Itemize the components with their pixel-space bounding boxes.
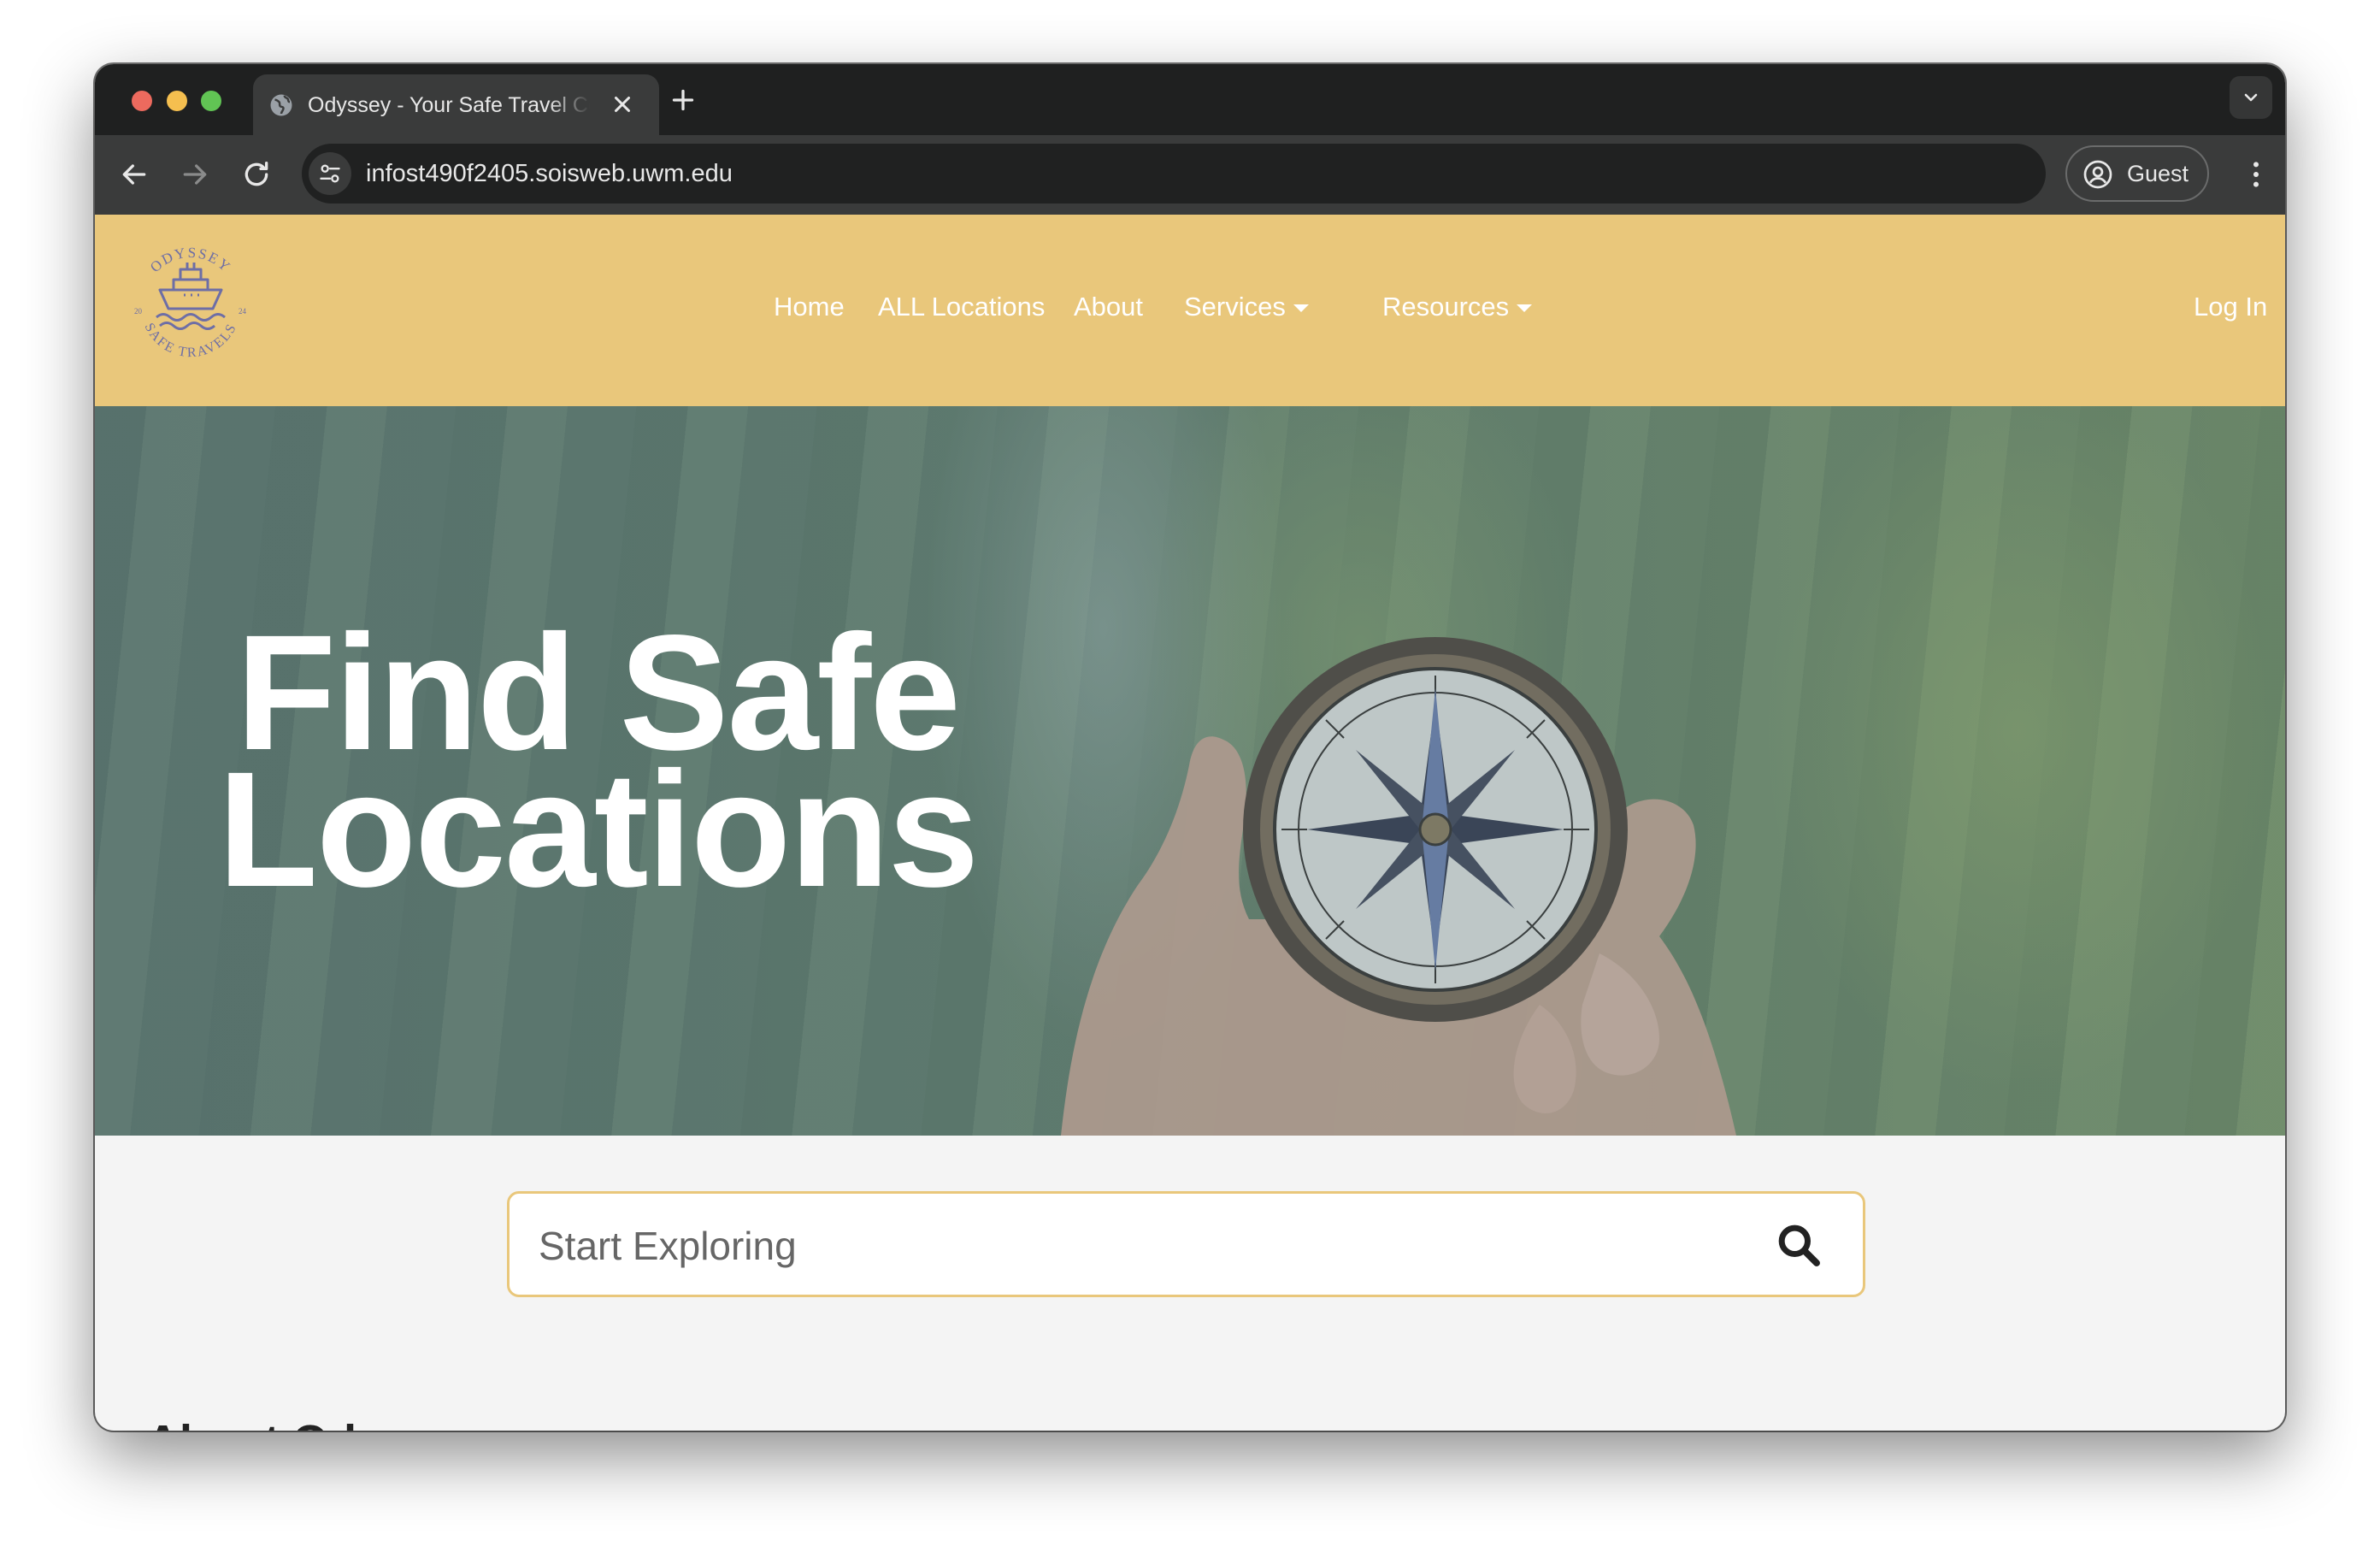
search-icon[interactable]: [1775, 1221, 1823, 1269]
address-bar[interactable]: infost490f2405.soisweb.uwm.edu: [302, 144, 2046, 204]
close-window-button[interactable]: [132, 91, 152, 111]
logo-bottom-text: SAFE TRAVELS: [142, 321, 239, 360]
about-heading: About Odyssey: [146, 1419, 485, 1431]
tab-search-button[interactable]: [2230, 76, 2272, 119]
profile-label: Guest: [2127, 161, 2189, 186]
nav-services-label: Services: [1184, 292, 1286, 322]
more-options-icon[interactable]: [2239, 157, 2273, 192]
svg-text:ODYSSEY: ODYSSEY: [147, 245, 234, 275]
nav-log-in[interactable]: Log In: [2194, 292, 2267, 322]
tune-icon: [320, 164, 340, 183]
search-input[interactable]: [537, 1219, 1737, 1272]
logo-top-text: ODYSSEY: [147, 245, 233, 275]
svg-text:SAFE TRAVELS: SAFE TRAVELS: [142, 321, 240, 360]
nav-all-locations[interactable]: ALL Locations: [878, 292, 1045, 322]
reload-icon[interactable]: [239, 157, 274, 192]
hero-banner: Find Safe Locations: [95, 406, 2285, 1136]
globe-icon: [270, 94, 292, 116]
site-header: ODYSSEY SAFE TRAVELS 20 24 Home ALL Loca…: [95, 215, 2285, 406]
site-info-button[interactable]: [309, 152, 351, 195]
caret-down-icon: [1293, 304, 1309, 313]
forward-arrow-icon[interactable]: [178, 157, 212, 192]
nav-resources-label: Resources: [1382, 292, 1510, 322]
browser-window: Odyssey - Your Safe Travel Companion: [95, 64, 2285, 1431]
section-heading-peek: About Odyssey: [146, 1419, 485, 1431]
nav-resources[interactable]: Resources: [1382, 292, 1533, 322]
hero-title-line2: Locations: [217, 737, 980, 921]
hero-title: Find Safe Locations: [213, 611, 982, 921]
profile-button[interactable]: Guest: [2065, 145, 2209, 202]
close-tab-icon[interactable]: [610, 91, 635, 117]
maximize-window-button[interactable]: [201, 91, 221, 111]
search-bar: [507, 1191, 1865, 1297]
browser-tab-active[interactable]: Odyssey - Your Safe Travel Companion: [253, 74, 659, 135]
browser-toolbar: infost490f2405.soisweb.uwm.edu Guest: [95, 135, 2285, 215]
ship-icon: [156, 263, 226, 330]
nav-about[interactable]: About: [1074, 292, 1143, 322]
odyssey-logo[interactable]: ODYSSEY SAFE TRAVELS 20 24: [122, 235, 259, 372]
new-tab-icon[interactable]: [668, 85, 698, 115]
minimize-window-button[interactable]: [167, 91, 187, 111]
logo-year-right: 24: [239, 307, 247, 316]
url-text: infost490f2405.soisweb.uwm.edu: [366, 160, 733, 187]
nav-home[interactable]: Home: [774, 292, 845, 322]
chevron-down-icon: [2244, 93, 2258, 102]
nav-services[interactable]: Services: [1184, 292, 1309, 322]
tab-strip: Odyssey - Your Safe Travel Companion: [95, 64, 2285, 135]
back-arrow-icon[interactable]: [117, 157, 151, 192]
caret-down-icon: [1517, 304, 1533, 313]
profile-avatar-icon: [2083, 160, 2112, 189]
tab-title: Odyssey - Your Safe Travel Companion: [308, 93, 590, 117]
logo-year-left: 20: [134, 307, 143, 316]
